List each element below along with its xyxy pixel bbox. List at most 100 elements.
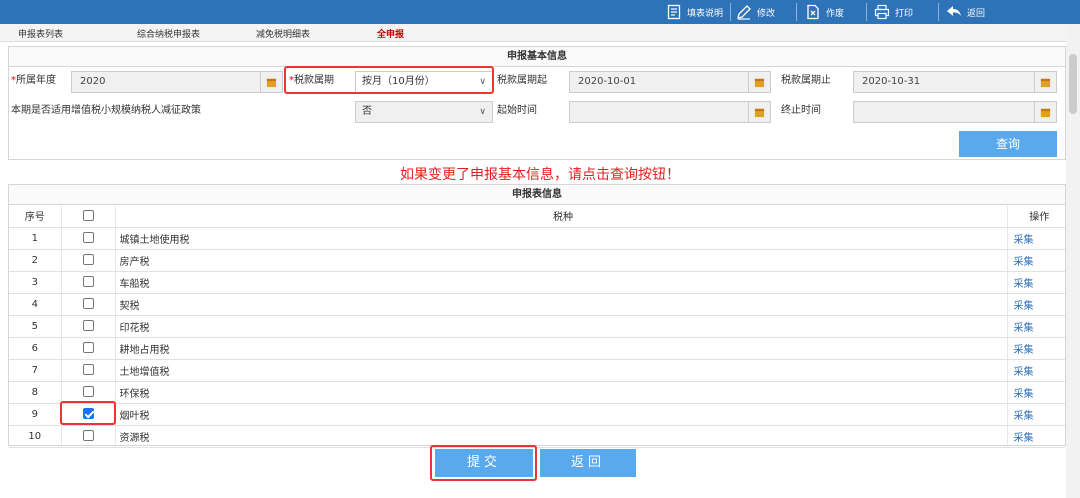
header-select-all [61, 205, 116, 228]
row-index: 4 [9, 293, 62, 316]
edit-button[interactable]: 修改 [736, 3, 775, 21]
toolbar-divider [730, 3, 731, 21]
start-date-field[interactable]: 2020-10-01 [569, 71, 749, 93]
back-button[interactable]: 返回 [946, 3, 985, 21]
end-date-field[interactable]: 2020-10-31 [853, 71, 1035, 93]
row-checkbox[interactable] [82, 386, 94, 398]
year-calendar-button[interactable] [261, 71, 283, 93]
row-checkbox[interactable] [82, 320, 94, 332]
row-operation-cell: 采集 [1007, 227, 1065, 250]
end-date-calendar-button[interactable] [1035, 71, 1057, 93]
period-select[interactable]: 按月（10月份） ∨ [355, 71, 493, 93]
start-date-calendar-button[interactable] [749, 71, 771, 93]
row-index: 5 [9, 315, 62, 338]
row-checkbox-cell [61, 337, 116, 360]
back-arrow-icon [947, 6, 961, 16]
fill-help-button[interactable]: 填表说明 [666, 3, 723, 21]
row-operation-cell: 采集 [1007, 337, 1065, 360]
tab-report-list[interactable]: 申报表列表 [18, 27, 63, 40]
declaration-table-panel: 申报表信息 序号 税种 操作 1 城镇土地使用税 采集 2 房产税 采集 3 车船税 采集 4 契税… [8, 184, 1066, 448]
row-tax-name: 土地增值税 [115, 359, 1008, 382]
collect-link[interactable]: 采集 [1014, 323, 1034, 334]
policy-select[interactable]: 否 ∨ [355, 101, 493, 123]
row-tax-name: 城镇土地使用税 [115, 227, 1008, 250]
from-time-label: 起始时间 [497, 105, 537, 116]
tab-bar: 申报表列表 综合纳税申报表 减免税明细表 全申报 [0, 24, 1066, 42]
row-checkbox[interactable] [82, 342, 94, 354]
fill-help-label: 填表说明 [687, 8, 724, 19]
return-button[interactable]: 返回 [540, 449, 636, 477]
row-checkbox[interactable] [82, 232, 94, 244]
header-tax-type: 税种 [115, 205, 1008, 228]
void-label: 作废 [826, 8, 845, 19]
to-time-label: 终止时间 [781, 105, 821, 116]
submit-button[interactable]: 提交 [435, 449, 533, 477]
table-row: 8 环保税 采集 [9, 381, 1065, 404]
back-label: 返回 [967, 8, 986, 19]
collect-link[interactable]: 采集 [1014, 345, 1034, 356]
tab-exemption-detail[interactable]: 减免税明细表 [256, 27, 310, 40]
collect-link[interactable]: 采集 [1014, 279, 1034, 290]
vertical-scrollbar[interactable] [1066, 24, 1080, 498]
row-operation-cell: 采集 [1007, 249, 1065, 272]
year-field[interactable]: 2020 [71, 71, 261, 93]
table-row: 2 房产税 采集 [9, 249, 1065, 272]
print-button[interactable]: 打印 [874, 3, 913, 21]
header-index: 序号 [9, 205, 62, 228]
end-date-label: 税款属期止 [781, 75, 831, 86]
row-index: 1 [9, 227, 62, 250]
query-button[interactable]: 查询 [959, 131, 1057, 157]
row-checkbox[interactable] [82, 408, 94, 420]
calendar-icon [1040, 78, 1051, 87]
row-index: 8 [9, 381, 62, 404]
table-row: 7 土地增值税 采集 [9, 359, 1065, 382]
row-checkbox-cell [61, 381, 116, 404]
void-button[interactable]: 作废 [805, 3, 844, 21]
collect-link[interactable]: 采集 [1014, 367, 1034, 378]
row-operation-cell: 采集 [1007, 403, 1065, 426]
toolbar-divider [938, 3, 939, 21]
tab-comprehensive-report[interactable]: 综合纳税申报表 [137, 27, 200, 40]
calendar-icon [754, 78, 765, 87]
year-label: *所属年度 [11, 75, 56, 86]
collect-link[interactable]: 采集 [1014, 257, 1034, 268]
row-checkbox[interactable] [82, 254, 94, 266]
document-icon [667, 4, 681, 20]
from-time-calendar-button[interactable] [749, 101, 771, 123]
policy-label: 本期是否适用增值税小规模纳税人减征政策 [11, 105, 201, 116]
row-checkbox[interactable] [82, 430, 94, 442]
notice-text: 如果变更了申报基本信息，请点击查询按钮！ [400, 167, 680, 183]
to-time-calendar-button[interactable] [1035, 101, 1057, 123]
period-row: *所属年度 2020 *税款属期 按月（10月份） ∨ 税款属期起 2020-1… [9, 67, 1065, 95]
calendar-icon [266, 78, 277, 87]
basic-info-panel: 申报基本信息 *所属年度 2020 *税款属期 按月（10月份） ∨ 税款属期起… [8, 46, 1066, 160]
row-tax-name: 契税 [115, 293, 1008, 316]
tab-full-declaration[interactable]: 全申报 [377, 27, 404, 40]
row-checkbox-cell [61, 293, 116, 316]
scrollbar-thumb[interactable] [1069, 54, 1077, 114]
table-header-row: 序号 税种 操作 [9, 205, 1065, 228]
toolbar-divider [866, 3, 867, 21]
table-row: 5 印花税 采集 [9, 315, 1065, 338]
row-checkbox[interactable] [82, 276, 94, 288]
row-checkbox[interactable] [82, 298, 94, 310]
top-toolbar: 填表说明 修改 作废 打印 返回 [0, 0, 1080, 24]
collect-link[interactable]: 采集 [1014, 433, 1034, 444]
period-select-value: 按月（10月份） [362, 76, 435, 87]
table-row: 1 城镇土地使用税 采集 [9, 227, 1065, 250]
from-time-field[interactable] [569, 101, 749, 123]
row-tax-name: 印花税 [115, 315, 1008, 338]
collect-link[interactable]: 采集 [1014, 235, 1034, 246]
row-checkbox-cell [61, 425, 116, 448]
table-row: 10 资源税 采集 [9, 425, 1065, 448]
row-operation-cell: 采集 [1007, 293, 1065, 316]
collect-link[interactable]: 采集 [1014, 301, 1034, 312]
collect-link[interactable]: 采集 [1014, 411, 1034, 422]
document-x-icon [807, 4, 819, 20]
row-checkbox[interactable] [82, 364, 94, 376]
table-row: 6 耕地占用税 采集 [9, 337, 1065, 360]
collect-link[interactable]: 采集 [1014, 389, 1034, 400]
select-all-checkbox[interactable] [82, 210, 94, 221]
to-time-field[interactable] [853, 101, 1035, 123]
chevron-down-icon: ∨ [479, 107, 486, 117]
